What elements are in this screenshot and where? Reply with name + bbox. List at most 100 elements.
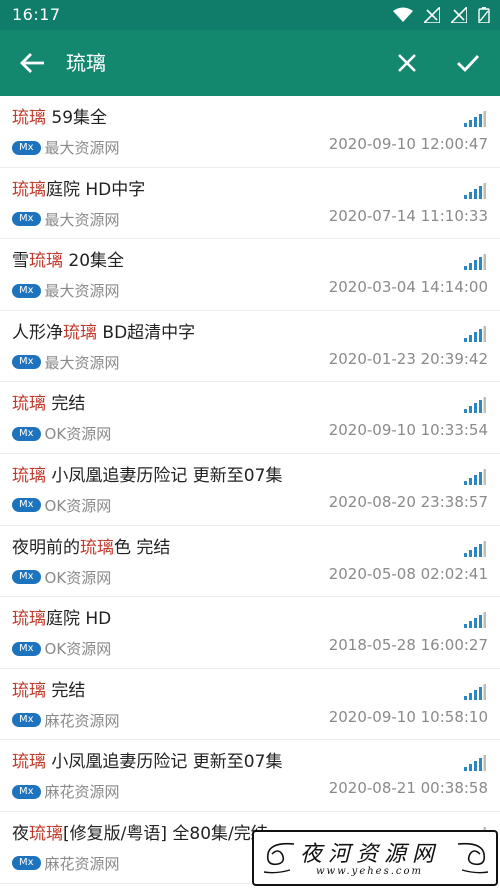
title-suffix: 完结 [46,680,86,701]
result-date: 2020-08-21 00:38:58 [328,779,488,798]
source-badge: Mx [12,355,41,370]
source-name: OK资源网 [44,496,112,515]
title-keyword-highlight: 琉璃 [12,394,46,415]
title-suffix: [修复版/粤语] 全80集/完结 [63,823,268,844]
status-bar: 16:17 [0,0,500,30]
result-date: 2018-05-28 16:00:27 [328,636,488,655]
ornament-right-icon [457,842,489,874]
wifi-icon [392,7,413,22]
result-date: 2020-09-10 10:33:54 [328,421,488,440]
result-title: 人形净琉璃 BD超清中字 [12,321,195,345]
source-badge: Mx [12,713,41,728]
battery-icon [478,7,490,23]
search-toolbar: 琉璃 [0,30,500,96]
sim-no-signal-icon [423,7,440,23]
signal-strength-icon [464,397,486,414]
result-item[interactable]: 琉璃庭院 HD Mx OK资源网 2018-05-28 16:00:27 [0,597,500,669]
source-badge: Mx [12,856,41,871]
result-title: 琉璃 59集全 [12,106,107,130]
result-title: 夜琉璃[修复版/粤语] 全80集/完结 [12,822,268,846]
title-prefix: 雪 [12,251,29,272]
title-keyword-highlight: 琉璃 [12,680,46,701]
source-name: OK资源网 [44,640,112,659]
result-date: 2020-09-10 12:00:47 [328,135,488,153]
result-source: Mx 最大资源网 [12,280,120,301]
title-keyword-highlight: 琉璃 [80,537,114,558]
result-date: 2020-05-08 02:02:41 [328,564,488,583]
result-item[interactable]: 琉璃 完结 Mx 麻花资源网 2020-09-10 10:58:10 [0,669,500,741]
title-suffix: 59集全 [46,108,108,128]
result-item[interactable]: 琉璃 59集全 Mx 最大资源网 2020-09-10 12:00:47 [0,96,500,168]
result-item[interactable]: 夜明前的琉璃色 完结 Mx OK资源网 2020-05-08 02:02:41 [0,526,500,598]
source-badge: Mx [12,641,41,656]
result-title: 琉璃 小凤凰追妻历险记 更新至07集 [12,464,282,488]
result-item[interactable]: 琉璃 完结 Mx OK资源网 2020-09-10 10:33:54 [0,382,500,454]
result-date: 2020-09-10 10:58:10 [328,707,488,726]
result-source: Mx OK资源网 [12,423,111,443]
status-icons [387,7,490,23]
source-name: 最大资源网 [44,210,120,229]
back-button[interactable] [18,50,48,76]
title-prefix: 夜明前的 [12,537,80,558]
title-keyword-highlight: 琉璃 [12,108,46,128]
source-name: 最大资源网 [44,282,120,301]
search-input[interactable]: 琉璃 [66,48,366,78]
signal-strength-icon [464,254,486,271]
title-suffix: BD超清中字 [97,322,196,343]
result-title: 琉璃 完结 [12,679,85,703]
title-prefix: 夜 [12,823,29,844]
title-suffix: 小凤凰追妻历险记 更新至07集 [46,752,283,773]
result-item[interactable]: 人形净琉璃 BD超清中字 Mx 最大资源网 2020-01-23 20:39:42 [0,311,500,383]
signal-strength-icon [464,111,486,127]
signal-strength-icon [464,755,486,772]
source-badge: Mx [12,212,41,227]
signal-strength-icon [464,468,486,485]
source-name: 麻花资源网 [44,711,120,730]
result-source: Mx 麻花资源网 [12,710,120,730]
ornament-left-icon [263,842,295,874]
title-suffix: 庭院 HD [46,609,112,630]
title-keyword-highlight: 琉璃 [12,752,46,773]
confirm-button[interactable] [454,50,482,76]
result-title: 琉璃 小凤凰追妻历险记 更新至07集 [12,750,282,774]
watermark-text: 夜河资源网 [300,842,441,867]
title-suffix: 色 完结 [114,537,171,558]
title-keyword-highlight: 琉璃 [12,179,46,200]
title-keyword-highlight: 琉璃 [29,251,63,272]
result-source: Mx 麻花资源网 [12,853,120,873]
source-badge: Mx [12,140,41,155]
title-keyword-highlight: 琉璃 [12,465,46,486]
clear-button[interactable] [394,50,420,76]
watermark-logo: 夜河资源网 www.yehes.com [252,830,498,886]
title-suffix: 20集全 [63,251,125,272]
source-badge: Mx [12,426,41,441]
source-badge: Mx [12,498,41,513]
result-date: 2020-08-20 23:38:57 [328,492,488,511]
check-icon [457,55,480,73]
result-date: 2020-03-04 14:14:00 [328,278,488,297]
result-item[interactable]: 琉璃 小凤凰追妻历险记 更新至07集 Mx OK资源网 2020-08-20 23… [0,454,500,526]
result-date: 2020-01-23 20:39:42 [328,349,488,368]
source-badge: Mx [12,570,41,585]
result-source: Mx 最大资源网 [12,137,120,157]
source-name: 麻花资源网 [44,854,120,873]
title-suffix: 小凤凰追妻历险记 更新至07集 [46,465,283,486]
result-title: 琉璃庭院 HD [12,607,111,631]
result-item[interactable]: 雪琉璃 20集全 Mx 最大资源网 2020-03-04 14:14:00 [0,239,500,311]
result-item[interactable]: 琉璃 小凤凰追妻历险记 更新至07集 Mx 麻花资源网 2020-08-21 00… [0,740,500,812]
signal-strength-icon [464,325,486,342]
source-badge: Mx [12,283,41,298]
title-prefix: 人形净 [12,322,63,343]
title-suffix: 完结 [46,394,86,415]
signal-strength-icon [464,612,486,629]
title-keyword-highlight: 琉璃 [63,322,97,343]
source-name: OK资源网 [44,568,112,587]
result-source: Mx OK资源网 [12,567,112,587]
status-time: 16:17 [12,5,61,24]
title-keyword-highlight: 琉璃 [29,823,63,844]
result-title: 琉璃庭院 HD中字 [12,178,145,202]
result-item[interactable]: 琉璃庭院 HD中字 Mx 最大资源网 2020-07-14 11:10:33 [0,168,500,240]
result-list: 琉璃 59集全 Mx 最大资源网 2020-09-10 12:00:47 琉璃庭院… [0,96,500,884]
signal-strength-icon [464,540,486,557]
result-source: Mx OK资源网 [12,495,112,515]
